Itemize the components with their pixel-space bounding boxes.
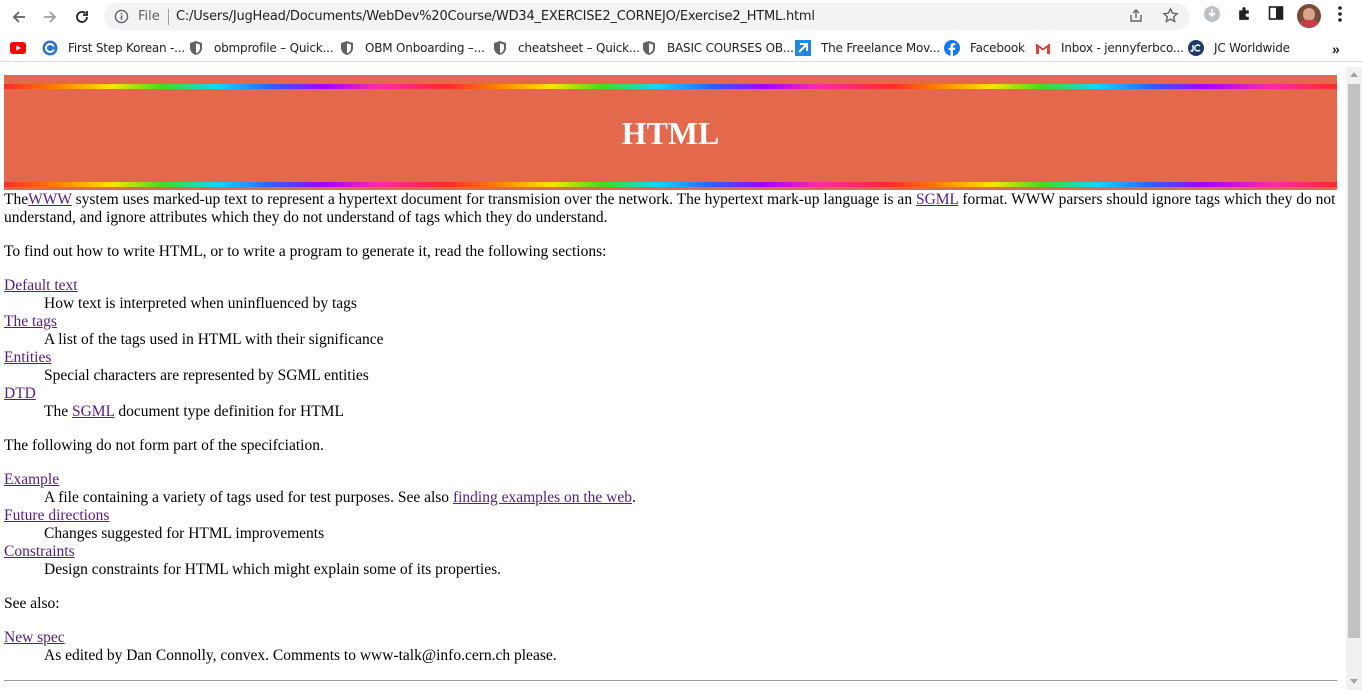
bookmark-label: BASIC COURSES OB... xyxy=(667,41,794,55)
dtd-sgml-link[interactable]: SGML xyxy=(72,403,115,420)
scroll-thumb[interactable] xyxy=(1348,84,1360,638)
see-also-list: New spec As edited by Dan Connolly, conv… xyxy=(4,629,1340,665)
more-bookmarks-button[interactable]: » xyxy=(1332,41,1340,57)
future-directions-desc: Changes suggested for HTML improvements xyxy=(44,525,325,542)
bookmark-jc-worldwide[interactable]: JC Worldwide xyxy=(1188,39,1290,57)
default-text-desc: How text is interpreted when uninfluence… xyxy=(44,295,357,312)
entities-link[interactable]: Entities xyxy=(4,349,51,366)
browser-toolbar: File C:/Users/JugHead/Documents/WebDev%2… xyxy=(0,0,1362,33)
scroll-down-arrow-icon[interactable] xyxy=(1350,679,1358,684)
page-title: HTML xyxy=(621,115,720,151)
new-spec-link[interactable]: New spec xyxy=(4,629,65,646)
not-spec-paragraph: The following do not form part of the sp… xyxy=(4,437,324,454)
shield-icon xyxy=(492,40,508,56)
bookmark-cheatsheet[interactable]: cheatsheet – Quick... xyxy=(492,39,640,57)
puzzle-icon[interactable] xyxy=(1236,5,1253,22)
future-directions-link[interactable]: Future directions xyxy=(4,507,109,524)
intro-text-pre: The xyxy=(4,191,29,208)
entities-desc: Special characters are represented by SG… xyxy=(44,367,369,384)
bookmark-label: Facebook xyxy=(970,41,1025,55)
info-icon[interactable] xyxy=(114,9,129,24)
kebab-menu-icon[interactable] xyxy=(1333,5,1347,23)
youtube-icon xyxy=(10,40,26,56)
page-viewport: HTML TheWWW system uses marked-up text t… xyxy=(0,67,1346,690)
dtd-desc-post: document type definition for HTML xyxy=(114,403,344,420)
shield-icon xyxy=(339,40,355,56)
finding-examples-link[interactable]: finding examples on the web xyxy=(453,489,632,506)
gmail-icon xyxy=(1035,40,1051,56)
bookmark-facebook[interactable]: Facebook xyxy=(944,39,1025,57)
freelance-icon xyxy=(795,40,811,56)
lead-paragraph: To find out how to write HTML, or to wri… xyxy=(4,243,607,260)
file-label: File xyxy=(138,9,160,24)
omnibox-divider xyxy=(168,9,169,25)
bookmark-obm-onboarding[interactable]: OBM Onboarding –... xyxy=(339,39,485,57)
url-text[interactable]: C:/Users/JugHead/Documents/WebDev%20Cour… xyxy=(176,9,815,24)
example-desc-post: . xyxy=(632,489,636,506)
avatar[interactable] xyxy=(1297,4,1321,28)
shield-icon xyxy=(188,40,204,56)
sgml-link[interactable]: SGML xyxy=(916,191,959,208)
bookmark-label: Inbox - jennyferbco... xyxy=(1061,41,1184,55)
page-header: HTML xyxy=(4,75,1337,190)
vertical-scrollbar[interactable] xyxy=(1346,67,1362,690)
constraints-desc: Design constraints for HTML which might … xyxy=(44,561,502,578)
coursera-icon xyxy=(42,40,58,56)
sections-list: Default text How text is interpreted whe… xyxy=(4,277,1340,421)
rainbow-border-bottom xyxy=(4,182,1337,187)
www-link[interactable]: WWW xyxy=(28,191,72,208)
dtd-desc-pre: The xyxy=(44,403,72,420)
intro-paragraph: TheWWW system uses marked-up text to rep… xyxy=(4,191,1340,227)
dtd-desc: The SGML document type definition for HT… xyxy=(44,403,1340,421)
bookmark-basic-courses[interactable]: BASIC COURSES OB... xyxy=(641,39,794,57)
download-icon[interactable] xyxy=(1203,5,1221,23)
bookmark-freelance-movement[interactable]: The Freelance Mov... xyxy=(795,39,940,57)
new-spec-desc: As edited by Dan Connolly, convex. Comme… xyxy=(44,647,557,664)
shield-icon xyxy=(641,40,657,56)
bookmark-obmprofile[interactable]: obmprofile – Quick... xyxy=(188,39,334,57)
bookmark-label: JC Worldwide xyxy=(1214,41,1290,55)
rainbow-border-top xyxy=(4,84,1337,89)
extras-list: Example A file containing a variety of t… xyxy=(4,471,1340,579)
the-tags-link[interactable]: The tags xyxy=(4,313,57,330)
bookmark-label: First Step Korean -... xyxy=(68,41,186,55)
scroll-up-arrow-icon[interactable] xyxy=(1350,72,1358,77)
side-panel-icon[interactable] xyxy=(1268,5,1284,21)
default-text-link[interactable]: Default text xyxy=(4,277,78,294)
example-link[interactable]: Example xyxy=(4,471,59,488)
share-icon[interactable] xyxy=(1128,8,1144,24)
address-bar[interactable]: File C:/Users/JugHead/Documents/WebDev%2… xyxy=(104,3,1190,30)
arrow-right-icon xyxy=(44,11,57,23)
bookmark-label: cheatsheet – Quick... xyxy=(518,41,640,55)
dtd-link[interactable]: DTD xyxy=(4,385,36,402)
star-icon[interactable] xyxy=(1162,7,1179,24)
the-tags-desc: A list of the tags used in HTML with the… xyxy=(44,331,384,348)
facebook-icon xyxy=(944,40,960,56)
reload-button[interactable] xyxy=(69,4,95,30)
constraints-link[interactable]: Constraints xyxy=(4,543,75,560)
bookmark-youtube[interactable] xyxy=(10,39,36,57)
jc-icon xyxy=(1188,40,1204,56)
example-desc: A file containing a variety of tags used… xyxy=(44,489,1340,507)
bookmarks-bar: First Step Korean -... obmprofile – Quic… xyxy=(0,33,1362,62)
horizontal-rule xyxy=(4,680,1337,681)
intro-text-mid: system uses marked-up text to represent … xyxy=(71,191,916,208)
page-content: TheWWW system uses marked-up text to rep… xyxy=(4,191,1340,665)
bookmark-inbox[interactable]: Inbox - jennyferbco... xyxy=(1035,39,1184,57)
example-desc-pre: A file containing a variety of tags used… xyxy=(44,489,453,506)
bookmark-first-step-korean[interactable]: First Step Korean -... xyxy=(42,39,185,57)
arrow-left-icon xyxy=(12,11,25,23)
back-button[interactable] xyxy=(6,4,32,30)
bookmark-label: obmprofile – Quick... xyxy=(214,41,334,55)
bookmark-label: The Freelance Mov... xyxy=(821,41,940,55)
see-also-paragraph: See also: xyxy=(4,595,60,612)
forward-button[interactable] xyxy=(37,4,63,30)
reload-icon xyxy=(76,11,88,23)
bookmark-label: OBM Onboarding –... xyxy=(365,41,485,55)
